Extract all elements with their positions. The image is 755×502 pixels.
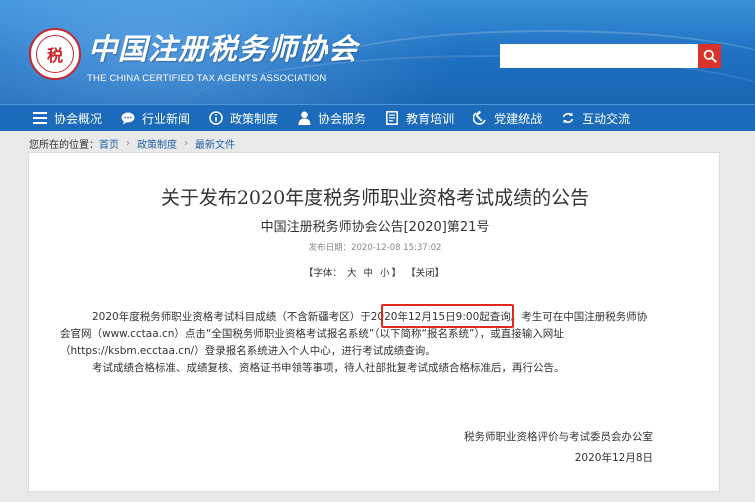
font-ctrl-open: 【 [303, 268, 314, 279]
signature: 税务师职业资格评价与考试委员会办公室 [464, 431, 653, 443]
nav-label: 协会概况 [54, 111, 103, 126]
nav-label: 协会服务 [318, 111, 367, 126]
nav-item-services[interactable]: 协会服务 [287, 105, 375, 132]
nav-item-interaction[interactable]: 互动交流 [551, 105, 639, 132]
font-large-button[interactable]: 大 [347, 268, 357, 279]
signature-date: 2020年12月8日 [574, 452, 653, 464]
search-button[interactable] [698, 44, 721, 68]
nav-item-training[interactable]: 教育培训 [375, 105, 463, 132]
site-header: 税 中国注册税务师协会 THE CHINA CERTIFIED TAX AGEN… [0, 0, 755, 104]
body-text-segment: 考生可在中国注册税务师协 [521, 311, 648, 323]
nav-label: 政策制度 [230, 111, 279, 126]
body-line: 会官网（www.cctaa.cn）点击“全国税务师职业资格考试报名系统”（以下简… [60, 328, 564, 340]
font-medium-button[interactable]: 中 [363, 268, 373, 279]
close-page-button[interactable]: 【关闭】 [406, 268, 444, 279]
hammer-sickle-icon [472, 110, 488, 126]
nav-item-policy[interactable]: 政策制度 [199, 105, 287, 132]
search-input[interactable] [500, 44, 698, 68]
body-line: 考试成绩合格标准、成绩复核、资格证书申领等事项，待人社部批复考试成绩合格标准后，… [92, 362, 565, 374]
article-card: 关于发布2020年度税务师职业资格考试成绩的公告 中国注册税务师协会公告[202… [28, 152, 720, 492]
nav-label: 党建统战 [494, 111, 543, 126]
font-ctrl-close: 】 [391, 268, 402, 279]
association-emblem[interactable]: 税 [29, 28, 81, 80]
chevron-right-icon: › [184, 138, 188, 149]
highlight-annotation-box [381, 304, 514, 328]
breadcrumb-home[interactable]: 首页 [99, 136, 119, 151]
body-text-segment: 2020年度税务师职业资格考试科目成绩（不含新疆考区）于 [92, 311, 371, 323]
exchange-icon [560, 110, 576, 126]
info-circle-icon [208, 110, 224, 126]
breadcrumb-latest[interactable]: 最新文件 [195, 136, 235, 151]
font-small-button[interactable]: 小 [380, 268, 390, 279]
nav-item-news[interactable]: 行业新闻 [111, 105, 199, 132]
chat-bubble-icon [120, 110, 136, 126]
menu-icon [32, 110, 48, 126]
emblem-text: 税 [36, 35, 74, 73]
chevron-right-icon: › [126, 138, 130, 149]
font-size-controls: 【字体： 大 中 小】 【关闭】 [29, 265, 721, 279]
font-ctrl-label: 字体： [313, 268, 342, 279]
nav-label: 互动交流 [582, 111, 631, 126]
main-nav: 协会概况 行业新闻 政策制度 协会服务 教育培训 党建统战 互动交流 [0, 104, 755, 131]
logo-chinese[interactable]: 中国注册税务师协会 [88, 26, 358, 68]
breadcrumb-prefix: 您所在的位置： [29, 140, 99, 151]
nav-label: 教育培训 [406, 111, 455, 126]
nav-item-party[interactable]: 党建统战 [463, 105, 551, 132]
search-icon [703, 49, 717, 63]
publish-date: 发布日期：2020-12-08 15:37:02 [308, 243, 442, 253]
body-line: （https://ksbm.ecctaa.cn/）登录报名系统进入个人中心，进行… [60, 345, 436, 357]
logo-english: THE CHINA CERTIFIED TAX AGENTS ASSOCIATI… [87, 73, 327, 84]
nav-label: 行业新闻 [142, 111, 191, 126]
breadcrumb-policy[interactable]: 政策制度 [137, 136, 177, 151]
document-icon [384, 110, 400, 126]
breadcrumb: 您所在的位置： 首页 › 政策制度 › 最新文件 [29, 136, 235, 151]
nav-item-overview[interactable]: 协会概况 [23, 105, 111, 132]
article-title: 关于发布2020年度税务师职业资格考试成绩的公告 [160, 187, 590, 209]
article-subtitle: 中国注册税务师协会公告[2020]第21号 [260, 220, 490, 235]
person-icon [296, 110, 312, 126]
